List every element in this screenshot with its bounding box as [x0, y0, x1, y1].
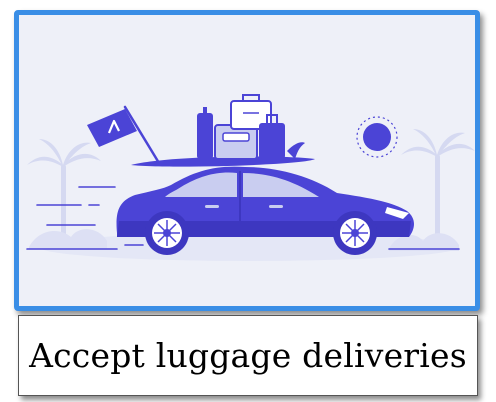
luggage-delivery-card[interactable]: Accept luggage deliveries [0, 0, 496, 402]
caption-label: Accept luggage deliveries [29, 336, 467, 375]
car-luggage-beach-illustration-icon [19, 15, 475, 306]
illustration-frame [14, 10, 480, 311]
caption-box[interactable]: Accept luggage deliveries [18, 315, 478, 396]
